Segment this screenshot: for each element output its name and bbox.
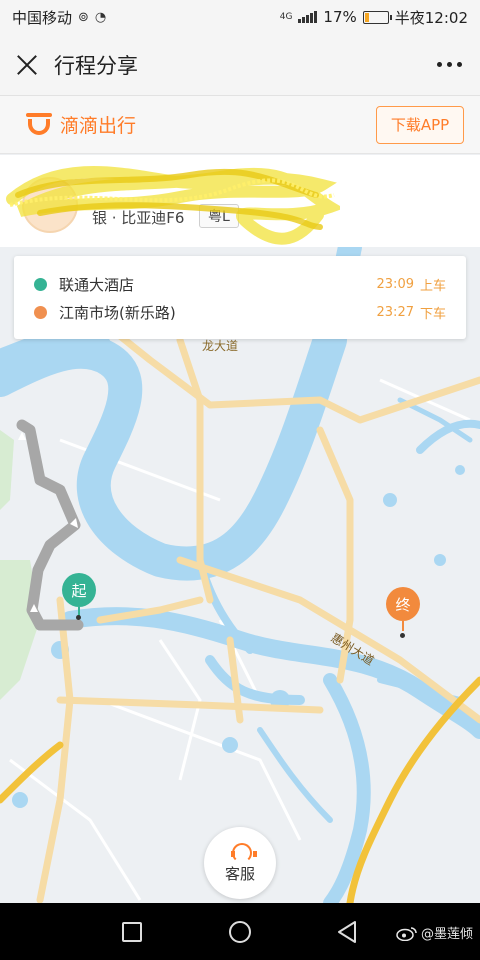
- home-icon[interactable]: [229, 921, 251, 943]
- pickup-action: 上车: [419, 278, 446, 294]
- dropoff-time: 23:27: [376, 304, 414, 320]
- didi-logo-icon: [26, 112, 52, 137]
- status-bar: 中国移动 ⊚ ◔ 4G 17% 半夜12:02: [0, 0, 480, 34]
- brand-name: 滴滴出行: [60, 115, 137, 137]
- pickup-time: 23:09: [376, 276, 414, 292]
- recent-apps-icon[interactable]: [122, 922, 142, 942]
- license-plate: 粤L: [199, 204, 239, 228]
- signal-icon: [298, 11, 318, 23]
- battery-icon: [362, 10, 392, 24]
- download-app-button[interactable]: 下载APP: [376, 105, 464, 144]
- notification-icon: ⊚: [78, 9, 89, 25]
- brand-bar: 滴滴出行 下载APP: [0, 96, 480, 154]
- watermark-text: @墨莲倾: [421, 927, 474, 942]
- carrier-name: 中国移动: [12, 8, 73, 27]
- pickup-stop: 联通大酒店 23:09 上车: [34, 272, 446, 296]
- end-marker-stem: [402, 621, 404, 631]
- system-nav-bar: @墨莲倾: [0, 903, 480, 960]
- clock: 半夜12:02: [394, 8, 468, 27]
- trip-card: 联通大酒店 23:09 上车 江南市场(新乐路) 23:27 下车: [14, 256, 466, 339]
- dropoff-location: 江南市场(新乐路): [59, 303, 176, 322]
- start-marker-pin: [76, 615, 81, 620]
- notification-icon-2: ◔: [94, 9, 107, 25]
- weibo-watermark: @墨莲倾: [396, 923, 473, 942]
- driver-info: 银 · 比亚迪F6 粤L: [0, 155, 480, 247]
- network-type: 4G: [279, 12, 293, 22]
- customer-service-button[interactable]: 客服: [204, 827, 276, 899]
- road-label-long: 龙大道: [202, 339, 238, 353]
- dropoff-dot: [34, 305, 47, 319]
- title-bar: 行程分享: [0, 34, 480, 96]
- route-map[interactable]: 龙大道 惠州大道 起 终: [0, 247, 480, 903]
- pickup-dot: [34, 277, 47, 291]
- dropoff-stop: 江南市场(新乐路) 23:27 下车: [34, 300, 446, 324]
- end-marker-pin: [400, 633, 405, 638]
- more-options-icon[interactable]: [433, 54, 466, 75]
- car-model: 银 · 比亚迪F6: [92, 209, 185, 227]
- dropoff-action: 下车: [419, 306, 446, 322]
- customer-service-label: 客服: [224, 864, 255, 883]
- battery-percent: 17%: [323, 8, 357, 26]
- driver-avatar: [22, 177, 78, 233]
- back-icon[interactable]: [336, 920, 358, 944]
- close-icon[interactable]: [14, 52, 40, 78]
- pickup-location: 联通大酒店: [59, 275, 135, 294]
- weibo-icon: [396, 926, 417, 941]
- page-title: 行程分享: [54, 53, 138, 78]
- start-marker[interactable]: 起: [62, 573, 96, 607]
- end-marker[interactable]: 终: [386, 587, 420, 621]
- headset-icon: [231, 842, 257, 863]
